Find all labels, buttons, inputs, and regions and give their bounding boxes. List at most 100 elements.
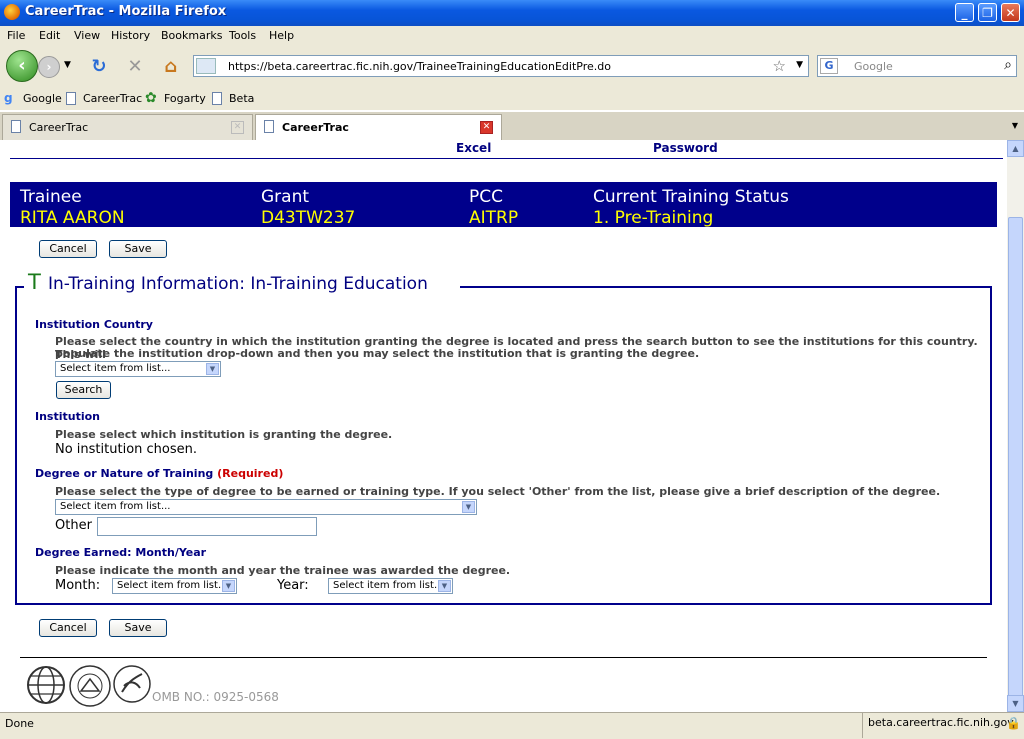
search-engine-icon[interactable]: G	[820, 58, 838, 74]
reload-icon[interactable]: ↻	[88, 56, 110, 78]
degree-earned-description: Please indicate the month and year the t…	[55, 564, 511, 577]
minimize-button[interactable]: _	[955, 3, 974, 22]
institution-value: No institution chosen.	[55, 442, 197, 457]
tab-careertrac-active[interactable]: CareerTrac ✕	[255, 114, 502, 140]
chevron-down-icon[interactable]: ▼	[438, 580, 451, 592]
degree-select-value[interactable]: Select item from list...	[60, 501, 170, 512]
page-icon	[212, 92, 222, 105]
tab-label[interactable]: CareerTrac	[29, 121, 88, 134]
scroll-thumb[interactable]	[1008, 217, 1023, 697]
url-dropdown-icon[interactable]: ▼	[796, 60, 803, 70]
vertical-scrollbar[interactable]: ▲ ▼	[1007, 140, 1024, 712]
menu-bookmarks[interactable]: Bookmarks	[161, 29, 222, 42]
banner-header-pcc: PCC	[469, 187, 503, 207]
lock-icon[interactable]: 🔒	[1006, 716, 1021, 730]
close-button[interactable]: ✕	[1001, 3, 1020, 22]
section-title: In-Training Information: In-Training Edu…	[48, 274, 428, 294]
country-label: Institution Country	[35, 318, 153, 331]
home-icon[interactable]: ⌂	[160, 56, 182, 78]
scroll-down-icon[interactable]: ▼	[1007, 695, 1024, 712]
cancel-button[interactable]: Cancel	[39, 240, 97, 258]
banner-value-pcc: AITRP	[469, 208, 519, 228]
url-text[interactable]: https://beta.careertrac.fic.nih.gov/Trai…	[228, 60, 611, 73]
forward-button[interactable]: ›	[38, 56, 60, 78]
status-host-panel: beta.careertrac.fic.nih.gov	[862, 712, 1014, 738]
banner-value-status: 1. Pre-Training	[593, 208, 714, 228]
year-select-value[interactable]: Select item from list...	[333, 580, 443, 591]
title-bar: CareerTrac - Mozilla Firefox	[0, 0, 1024, 26]
nav-divider	[10, 158, 1003, 159]
month-label: Month:	[55, 578, 101, 593]
tab-list-icon[interactable]: ▼	[1008, 118, 1022, 134]
country-description-line2: populate the institution drop-down and t…	[55, 347, 700, 360]
banner-header-grant: Grant	[261, 187, 310, 207]
search-bar[interactable]: G Google ⌕	[817, 55, 1017, 77]
menu-view[interactable]: View	[74, 29, 100, 42]
chevron-down-icon[interactable]: ▼	[462, 501, 475, 513]
bookmark-star-icon[interactable]: ☆	[773, 57, 786, 75]
status-text: Done	[5, 717, 34, 730]
window-title: CareerTrac - Mozilla Firefox	[25, 4, 227, 19]
search-button[interactable]: Search	[56, 381, 111, 399]
site-identity-icon[interactable]	[196, 58, 216, 74]
bookmark-google[interactable]: Google	[23, 92, 62, 105]
password-link[interactable]: Password	[653, 141, 718, 155]
google-bookmark-icon: g	[4, 91, 13, 105]
trainee-banner: Trainee Grant PCC Current Training Statu…	[10, 182, 997, 228]
menu-file[interactable]: File	[7, 29, 25, 42]
menu-bar: File Edit View History Bookmarks Tools H…	[0, 26, 1024, 46]
bookmark-beta[interactable]: Beta	[229, 92, 254, 105]
save-button[interactable]: Save	[109, 619, 167, 637]
tab-close-icon[interactable]: ✕	[231, 121, 244, 134]
search-icon[interactable]: ⌕	[1004, 57, 1012, 73]
menu-history[interactable]: History	[111, 29, 150, 42]
save-button[interactable]: Save	[109, 240, 167, 258]
page-icon	[66, 92, 76, 105]
institution-description: Please select which institution is grant…	[55, 428, 393, 441]
banner-value-grant: D43TW237	[261, 208, 356, 228]
month-select[interactable]: Select item from list... ▼	[112, 578, 237, 594]
page-icon	[264, 120, 274, 133]
fieldset-border	[460, 286, 992, 288]
degree-select[interactable]: Select item from list... ▼	[55, 499, 477, 515]
stop-icon[interactable]: ✕	[124, 56, 146, 78]
firefox-icon	[4, 4, 20, 20]
hhs-seal-icon	[113, 665, 151, 703]
chevron-down-icon[interactable]: ▼	[222, 580, 235, 592]
fogarty-icon: ✿	[145, 90, 157, 106]
address-bar[interactable]: https://beta.careertrac.fic.nih.gov/Trai…	[193, 55, 809, 77]
menu-edit[interactable]: Edit	[39, 29, 60, 42]
page-icon	[11, 120, 21, 133]
other-degree-input[interactable]	[97, 517, 317, 536]
degree-label-text: Degree or Nature of Training	[35, 467, 214, 480]
tab-careertrac-inactive[interactable]: CareerTrac ✕	[2, 114, 253, 140]
institution-label: Institution	[35, 410, 101, 423]
menu-help[interactable]: Help	[269, 29, 294, 42]
cancel-button[interactable]: Cancel	[39, 619, 97, 637]
country-select[interactable]: Select item from list... ▼	[55, 361, 221, 377]
year-select[interactable]: Select item from list... ▼	[328, 578, 453, 594]
degree-label: Degree or Nature of Training (Required)	[35, 467, 283, 480]
excel-link[interactable]: Excel	[456, 141, 491, 155]
required-marker: (Required)	[217, 467, 284, 480]
bookmark-careertrac[interactable]: CareerTrac	[83, 92, 142, 105]
search-placeholder[interactable]: Google	[854, 60, 893, 73]
footer-divider	[20, 657, 987, 658]
maximize-button[interactable]: ❐	[978, 3, 997, 22]
status-host: beta.careertrac.fic.nih.gov	[868, 716, 1014, 729]
bookmark-fogarty[interactable]: Fogarty	[164, 92, 206, 105]
banner-header-trainee: Trainee	[20, 187, 82, 207]
degree-earned-label: Degree Earned: Month/Year	[35, 546, 207, 559]
tab-close-icon[interactable]: ✕	[480, 121, 493, 134]
month-select-value[interactable]: Select item from list...	[117, 580, 227, 591]
tab-label[interactable]: CareerTrac	[282, 121, 349, 134]
fieldset-border	[15, 286, 24, 288]
back-button[interactable]: ‹	[6, 50, 38, 82]
chevron-down-icon[interactable]: ▼	[206, 363, 219, 375]
menu-tools[interactable]: Tools	[229, 29, 256, 42]
history-dropdown-icon[interactable]: ▼	[64, 60, 71, 70]
scroll-up-icon[interactable]: ▲	[1007, 140, 1024, 157]
country-select-value[interactable]: Select item from list...	[60, 363, 170, 374]
page-content: Excel Password Trainee Grant PCC Current…	[0, 140, 1007, 712]
globe-logo-icon	[27, 666, 65, 704]
